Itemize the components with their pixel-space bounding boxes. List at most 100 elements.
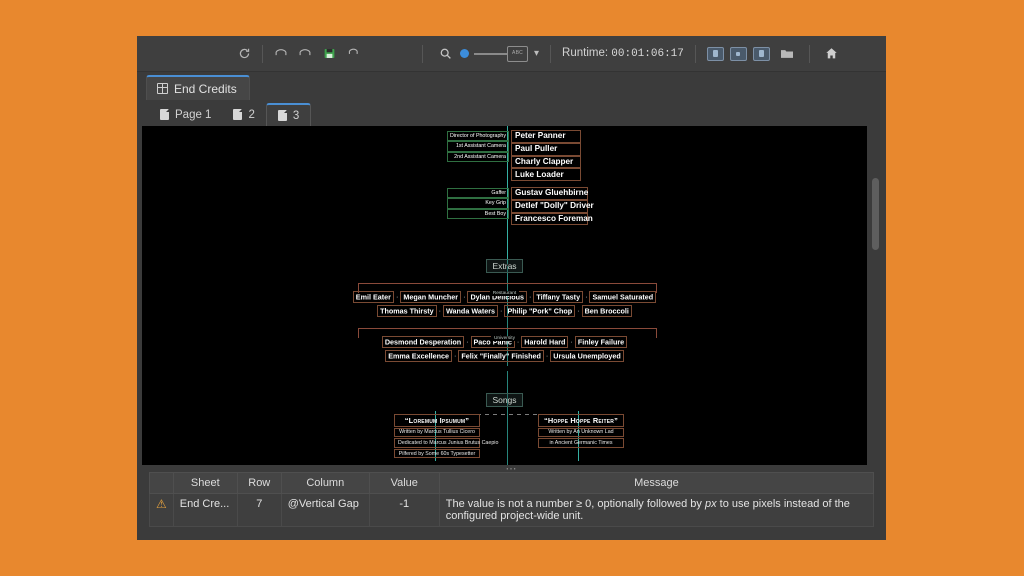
credits-page: Director of Photography 1st Assistant Ca…: [142, 126, 867, 465]
cell-sheet: End Cre...: [172, 493, 238, 527]
message-pre: The value is not a number ≥ 0, optionall…: [445, 498, 705, 510]
canvas-area: Director of Photography 1st Assistant Ca…: [137, 126, 886, 472]
col-header-column[interactable]: Column: [280, 472, 370, 494]
song-item-2: “Hoppe Hoppe Reiter” Written by An Unkno…: [538, 414, 624, 448]
extras-heading: Extras: [486, 259, 523, 273]
col-header-sheet[interactable]: Sheet: [172, 472, 238, 494]
crew-name: Gustav Gluehbirne: [511, 187, 588, 200]
extras-subheading: Restaurant: [489, 291, 520, 296]
message-emphasis: px: [704, 498, 717, 510]
warning-icon: ⚠: [149, 493, 174, 527]
zoom-slider[interactable]: [460, 49, 507, 58]
canvas-vertical-scrollbar[interactable]: [872, 126, 879, 465]
extra-name: Megan Muncher: [400, 290, 462, 303]
toolbar-edit-group: [270, 43, 364, 65]
toolbar-divider-4: [694, 44, 696, 63]
toolbar-divider-3: [550, 44, 552, 63]
zoom-slider-handle[interactable]: [460, 49, 469, 58]
page-tab-3[interactable]: 3: [265, 103, 312, 126]
col-header-value[interactable]: Value: [368, 472, 440, 494]
credits-preview-canvas[interactable]: Director of Photography 1st Assistant Ca…: [142, 126, 867, 465]
song-title: “Loremum Ipsumum”: [394, 414, 480, 427]
cell-message: The value is not a number ≥ 0, optionall…: [438, 493, 875, 527]
extras-subheading: University: [490, 336, 519, 341]
runtime-value: 00:01:06:17: [611, 48, 684, 60]
crew-block-1-names: Peter Panner Paul Puller Charly Clapper …: [511, 130, 581, 182]
sheet-tab-label: End Credits: [174, 81, 237, 96]
page-tab-2-label: 2: [248, 108, 255, 121]
extra-name: Felix "Finally" Finished: [458, 349, 544, 362]
pane-right-icon[interactable]: [752, 46, 770, 61]
crew-role: 2nd Assistant Camera: [447, 151, 509, 163]
zoom-slider-track[interactable]: [474, 52, 507, 55]
extra-name: Philip "Pork" Chop: [504, 304, 576, 317]
crew-name: Charly Clapper: [511, 155, 581, 169]
pane-left-icon[interactable]: [706, 46, 724, 61]
cell-value: -1: [368, 493, 440, 527]
undo-icon[interactable]: [270, 43, 292, 65]
page-tab-bar: Page 1 2 3: [137, 100, 886, 126]
runtime-display: Runtime: 00:01:06:17: [562, 47, 684, 60]
crew-role: Best Boy: [447, 208, 509, 220]
problems-panel: Sheet Row Column Value Message ⚠ End Cre…: [137, 472, 886, 540]
table-row[interactable]: ⚠ End Cre... 7 @Vertical Gap -1 The valu…: [149, 493, 875, 527]
home-icon[interactable]: [821, 43, 843, 65]
song-line: Dedicated to Marcus Junius Brutus Caepio: [394, 438, 498, 448]
table-icon: [157, 83, 168, 94]
crew-name: Peter Panner: [511, 130, 581, 143]
toolbar-divider-5: [808, 44, 810, 63]
songs-heading-wrap: Songs: [142, 390, 867, 408]
extra-name: Ben Broccoli: [581, 304, 632, 317]
document-icon: [160, 109, 169, 120]
col-header-message[interactable]: Message: [438, 472, 875, 494]
sheet-tab-end-credits[interactable]: End Credits: [146, 75, 250, 100]
pane-center-icon[interactable]: [729, 46, 747, 61]
extra-name: Emil Eater: [352, 290, 394, 303]
song-line: Written by Marcus Tullius Cicero: [394, 427, 480, 438]
extra-name: Emma Excellence: [385, 349, 452, 362]
extra-name: Desmond Desperation: [381, 335, 465, 348]
sheet-tab-bar: End Credits: [137, 72, 886, 100]
crew-block-2-names: Gustav Gluehbirne Detlef "Dolly" Driver …: [511, 187, 594, 226]
document-icon: [233, 109, 243, 120]
problems-header-row: Sheet Row Column Value Message: [149, 472, 875, 494]
problems-table: Sheet Row Column Value Message ⚠ End Cre…: [149, 472, 875, 527]
runtime-label: Runtime:: [562, 47, 609, 59]
col-header-row[interactable]: Row: [236, 472, 282, 494]
refresh-icon[interactable]: [233, 43, 255, 65]
extra-name: Samuel Saturated: [589, 290, 657, 303]
song-item-1: “Loremum Ipsumum” Written by Marcus Tull…: [394, 414, 498, 459]
crew-block-1-roles: Director of Photography 1st Assistant Ca…: [447, 131, 509, 163]
extras-university-row-2: Emma Excellence · Felix "Finally" Finished…: [142, 349, 867, 362]
crew-role: Director of Photography: [447, 131, 509, 142]
crew-role: Key Grip: [447, 198, 509, 209]
crew-role: 1st Assistant Camera: [447, 141, 509, 152]
panel-resize-handle[interactable]: ⋯: [137, 464, 886, 473]
search-icon[interactable]: [434, 43, 456, 65]
document-icon: [277, 110, 287, 121]
crew-block-2-roles: Gaffer Key Grip Best Boy: [447, 188, 509, 220]
save-icon[interactable]: [318, 43, 340, 65]
scrollbar-thumb[interactable]: [872, 178, 879, 250]
app-window: ABC ▾ Runtime: 00:01:06:17 End Credits P…: [137, 36, 886, 540]
redo-icon[interactable]: [294, 43, 316, 65]
song-line: Pilfered by Some 60s Typesetter: [394, 448, 480, 459]
page-tab-1[interactable]: Page 1: [149, 103, 222, 126]
extra-name: Tiffany Tasty: [533, 290, 584, 303]
song-line: in Ancient Germanic Times: [538, 438, 624, 448]
crew-name: Detlef "Dolly" Driver: [511, 199, 594, 213]
pane-toggle-group: [706, 43, 798, 65]
revert-icon[interactable]: [342, 43, 364, 65]
zoom-preset-icon[interactable]: ABC: [507, 45, 528, 62]
page-tab-1-label: Page 1: [175, 108, 212, 121]
crew-name: Paul Puller: [511, 142, 581, 156]
main-toolbar: ABC ▾ Runtime: 00:01:06:17: [137, 36, 886, 72]
chevron-down-icon[interactable]: ▾: [534, 48, 539, 59]
page-tab-2[interactable]: 2: [222, 103, 265, 126]
cell-column: @Vertical Gap: [280, 493, 370, 527]
extra-name: Harold Hard: [521, 335, 569, 348]
col-header-icon[interactable]: [149, 472, 174, 494]
folder-icon[interactable]: [776, 43, 798, 65]
song-line: Written by An Unknown Lad: [538, 427, 624, 438]
guide-line-center-songs: [507, 371, 508, 465]
